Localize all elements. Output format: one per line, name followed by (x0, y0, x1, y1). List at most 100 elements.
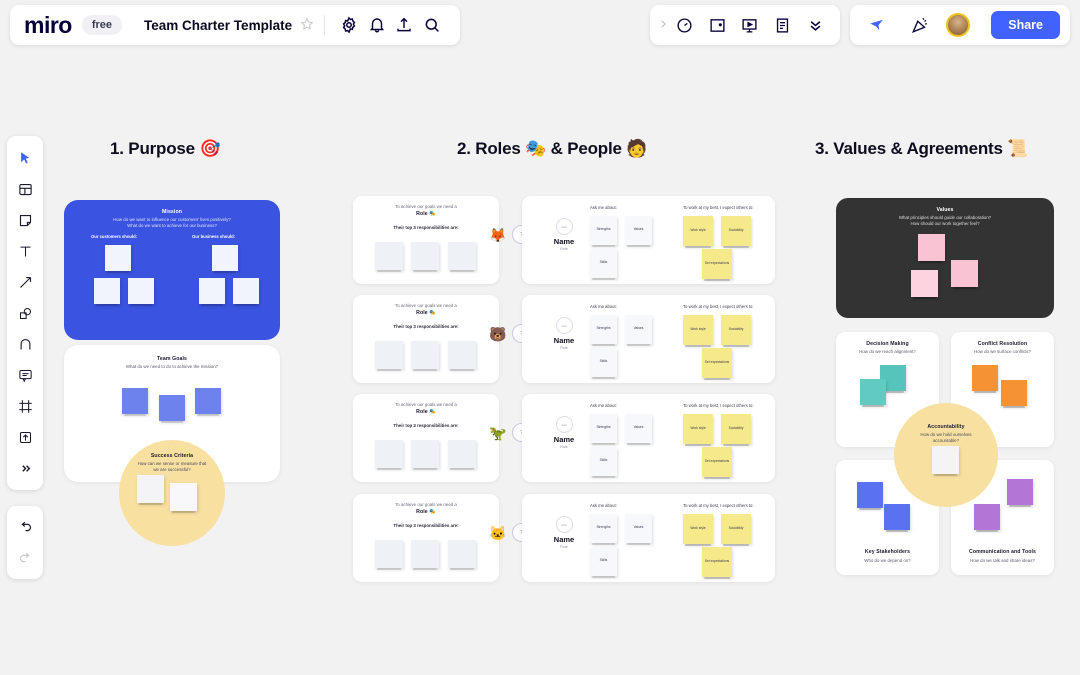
sticky-note[interactable]: Sociability (721, 315, 751, 347)
sticky-note[interactable] (128, 278, 154, 306)
history-toolbar[interactable] (7, 506, 43, 579)
sticky-note[interactable] (122, 388, 148, 416)
accountability-circle[interactable]: Accountability How do we hold ourselves … (894, 403, 998, 507)
sticky-note[interactable] (860, 379, 886, 407)
success-criteria-circle[interactable]: Success Criteria How can we sense or mea… (119, 440, 225, 546)
gear-icon[interactable] (339, 12, 359, 38)
frame-add-icon[interactable] (705, 12, 730, 38)
sticky-note[interactable]: Strengths (590, 216, 617, 247)
cursor-share-icon[interactable] (864, 12, 890, 38)
sticky-note[interactable] (857, 482, 883, 510)
sticky-note[interactable] (159, 395, 185, 423)
role-card[interactable]: To achieve our goals we need a Role 🎭 Thei… (353, 494, 499, 582)
comment-tool[interactable] (11, 361, 39, 389)
sticky-note[interactable]: Strengths (590, 315, 617, 346)
sticky-note-tool[interactable] (11, 206, 39, 234)
chevron-right-icon[interactable] (658, 17, 668, 34)
undo-button[interactable] (11, 513, 39, 541)
sticky-note[interactable] (411, 242, 439, 272)
sticky-note[interactable] (972, 365, 998, 393)
role-card[interactable]: To achieve our goals we need a Role 🎭 Thei… (353, 295, 499, 383)
sticky-note[interactable]: Values (625, 514, 652, 545)
bell-icon[interactable] (367, 12, 387, 38)
sticky-note[interactable] (375, 540, 403, 570)
sticky-note[interactable] (951, 260, 978, 289)
role-card[interactable]: To achieve our goals we need a Role 🎭 Thei… (353, 394, 499, 482)
person-tag[interactable]: add (555, 416, 573, 433)
notes-icon[interactable] (770, 12, 795, 38)
sticky-note[interactable] (105, 245, 131, 273)
person-card[interactable]: add Name Role Ask me about: To work at my be… (522, 196, 775, 284)
line-arrow-tool[interactable] (11, 268, 39, 296)
sticky-note[interactable] (375, 242, 403, 272)
sticky-note[interactable]: Strengths (590, 414, 617, 445)
sticky-note[interactable] (448, 341, 476, 371)
star-icon[interactable] (300, 17, 314, 34)
double-chevron-down-icon[interactable] (803, 12, 828, 38)
sticky-note[interactable] (375, 341, 403, 371)
more-tools[interactable] (11, 454, 39, 482)
sticky-note[interactable]: Values (625, 216, 652, 247)
templates-tool[interactable] (11, 175, 39, 203)
select-tool[interactable] (11, 144, 39, 172)
sticky-note[interactable] (375, 440, 403, 470)
sticky-note[interactable] (1007, 479, 1033, 507)
sticky-note[interactable]: Skills (590, 348, 617, 379)
sticky-note[interactable] (195, 388, 221, 416)
sticky-note[interactable] (212, 245, 238, 273)
sticky-note[interactable]: Strengths (590, 514, 617, 545)
left-toolbar[interactable] (7, 136, 43, 490)
sticky-note[interactable]: Sociability (721, 414, 751, 446)
person-card[interactable]: add Name Role Ask me about: To work at my be… (522, 494, 775, 582)
pen-tool[interactable] (11, 330, 39, 358)
role-avatar-emoji[interactable]: 🐱 (489, 526, 506, 540)
sticky-note[interactable]: Values (625, 315, 652, 346)
sticky-note[interactable]: Skills (590, 249, 617, 280)
sticky-note[interactable]: Sociability (721, 216, 751, 248)
sticky-note[interactable]: Values (625, 414, 652, 445)
sticky-note[interactable] (911, 270, 938, 299)
sticky-note[interactable] (448, 540, 476, 570)
person-card[interactable]: add Name Role Ask me about: To work at my be… (522, 394, 775, 482)
sticky-note[interactable] (974, 504, 1000, 532)
sticky-note[interactable] (918, 234, 945, 263)
sticky-note[interactable]: Set expectations (702, 447, 732, 479)
values-card[interactable]: Values What principles should guide our … (836, 198, 1054, 318)
sticky-note[interactable]: Work style (683, 315, 713, 347)
sticky-note[interactable] (884, 504, 910, 532)
sticky-note[interactable]: Work style (683, 216, 713, 248)
sticky-note[interactable] (233, 278, 259, 306)
sticky-note[interactable] (932, 446, 959, 476)
sticky-note[interactable] (199, 278, 225, 306)
role-avatar-emoji[interactable]: 🦊 (489, 228, 506, 242)
sticky-note[interactable]: Sociability (721, 514, 751, 546)
board-title[interactable]: Team Charter Template (144, 18, 292, 33)
sticky-note[interactable] (94, 278, 120, 306)
board-canvas[interactable]: 1. Purpose 🎯 2. Roles 🎭 & People 🧑 3. Va… (0, 0, 1080, 675)
sticky-note[interactable] (448, 440, 476, 470)
sticky-note[interactable]: Work style (683, 514, 713, 546)
search-icon[interactable] (422, 12, 442, 38)
plan-badge[interactable]: free (81, 15, 123, 35)
sticky-note[interactable] (170, 483, 197, 513)
person-card[interactable]: add Name Role Ask me about: To work at my be… (522, 295, 775, 383)
sticky-note[interactable] (1001, 380, 1027, 408)
timer-icon[interactable] (672, 12, 697, 38)
redo-button[interactable] (11, 544, 39, 572)
avatar[interactable] (946, 13, 970, 37)
role-card[interactable]: To achieve our goals we need a Role 🎭 Thei… (353, 196, 499, 284)
mission-card[interactable]: Mission How do we want to influence our … (64, 200, 280, 340)
share-button[interactable]: Share (991, 11, 1060, 39)
person-tag[interactable]: add (555, 516, 573, 533)
sticky-note[interactable]: Skills (590, 547, 617, 578)
party-popper-icon[interactable] (907, 12, 933, 38)
person-tag[interactable]: add (555, 317, 573, 334)
frame-tool[interactable] (11, 392, 39, 420)
sticky-note[interactable] (448, 242, 476, 272)
sticky-note[interactable] (137, 475, 164, 505)
role-avatar-emoji[interactable]: 🦖 (489, 426, 506, 440)
sticky-note[interactable]: Skills (590, 447, 617, 478)
present-icon[interactable] (738, 12, 763, 38)
text-tool[interactable] (11, 237, 39, 265)
upload-tool[interactable] (11, 423, 39, 451)
